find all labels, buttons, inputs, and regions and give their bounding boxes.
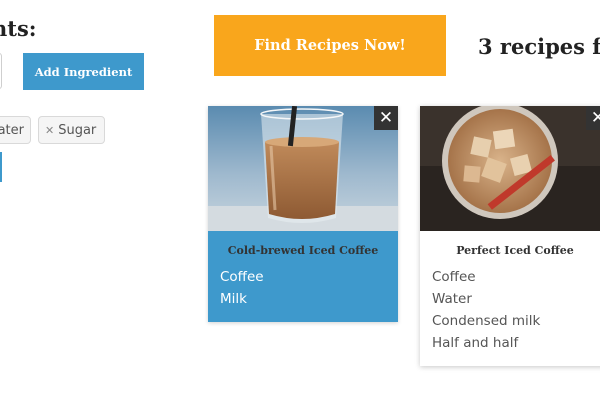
recipe-ingredient-list: Coffee Water Condensed milk Half and hal…: [432, 266, 540, 354]
find-recipes-button[interactable]: Find Recipes Now!: [214, 15, 446, 76]
recipe-title[interactable]: Perfect Iced Coffee: [420, 244, 600, 257]
close-x-icon[interactable]: ✕: [374, 106, 398, 130]
list-item: Half and half: [432, 335, 519, 351]
ingredient-input[interactable]: [0, 53, 2, 89]
add-ingredient-button[interactable]: Add Ingredient: [23, 53, 144, 90]
list-item: Milk: [220, 291, 247, 307]
remove-x-icon[interactable]: ✕: [45, 124, 54, 137]
recipe-ingredient-list: Coffee Milk: [220, 266, 264, 310]
ingredient-tag-sugar: ✕ Sugar: [38, 116, 105, 144]
close-x-icon[interactable]: ✕: [586, 106, 600, 130]
ingredient-tag-label: Sugar: [58, 122, 97, 138]
list-item: Condensed milk: [432, 313, 541, 329]
partial-button[interactable]: [0, 152, 2, 182]
ingredient-tag-water: ater: [0, 116, 31, 144]
recipe-card[interactable]: ✕ Perfect Iced Coffee Coffee Water Conde…: [420, 106, 600, 366]
recipe-card[interactable]: ✕ Cold-brewed Iced Coffee Coffee Milk: [208, 106, 398, 322]
list-item: Coffee: [432, 269, 476, 285]
recipe-photo-iced-coffee-glass: [208, 106, 398, 231]
list-item: Water: [432, 291, 472, 307]
recipe-photo-iced-coffee-jar: [420, 106, 600, 231]
results-count: 3 recipes fo: [478, 34, 600, 59]
ingredients-heading: nts:: [0, 16, 37, 41]
list-item: Coffee: [220, 269, 264, 285]
ingredient-tag-label: ater: [0, 122, 24, 138]
recipe-title[interactable]: Cold-brewed Iced Coffee: [208, 244, 398, 257]
